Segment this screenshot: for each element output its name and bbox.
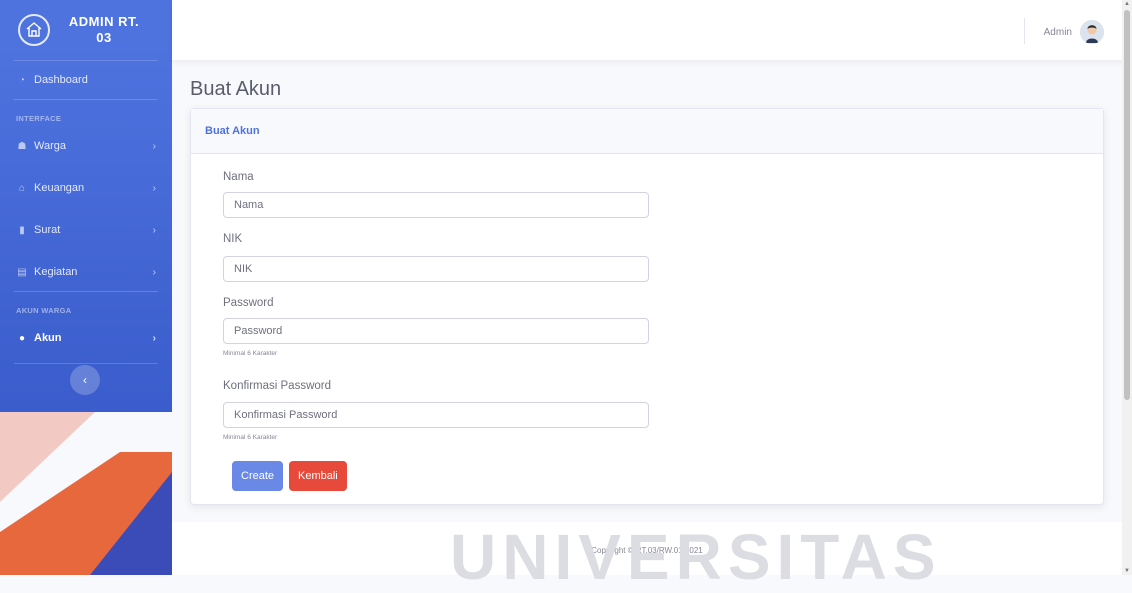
sidebar-item-kegiatan[interactable]: ▤ Kegiatan › (0, 253, 172, 291)
scrollbar[interactable]: ▲ ▼ (1122, 0, 1132, 575)
sidebar-item-label: Keuangan (34, 182, 85, 194)
sidebar-item-dashboard[interactable]: ◔ Dashboard (0, 61, 172, 99)
sidebar-item-label: Surat (34, 224, 61, 236)
user-name: Admin (1043, 26, 1072, 38)
watermark-text: UNIVERSITAS (450, 521, 942, 593)
sidebar-item-label: Kegiatan (34, 266, 78, 278)
sidebar-heading-akun: AKUN WARGA (16, 306, 72, 315)
password-label: Password (223, 297, 274, 309)
calendar-icon: ▤ (17, 266, 27, 278)
watermark-graphic (0, 412, 172, 575)
sidebar-item-keuangan[interactable]: ⌂ Keuangan › (0, 169, 172, 207)
sidebar-item-label: Warga (34, 140, 66, 152)
sidebar: ADMIN RT. 03 ◔ Dashboard INTERFACE ☗ War… (0, 0, 172, 412)
topbar: Admin (172, 0, 1132, 60)
sidebar-toggle-button[interactable]: ‹ (70, 365, 100, 395)
chevron-right-icon: › (152, 224, 156, 236)
nik-label: NIK (223, 233, 243, 245)
dashboard-icon: ◔ (18, 74, 26, 86)
chevron-right-icon: › (152, 266, 156, 278)
avatar (1080, 20, 1104, 44)
konfirmasi-help-text: Minimal 6 Karakter (223, 434, 278, 441)
konfirmasi-password-input[interactable] (223, 402, 649, 428)
konfirmasi-password-label: Konfirmasi Password (223, 380, 332, 392)
create-button[interactable]: Create (232, 461, 284, 491)
sidebar-item-label: Akun (34, 332, 62, 344)
chevron-right-icon: › (152, 140, 156, 152)
sidebar-item-surat[interactable]: ▮ Surat › (0, 211, 172, 249)
chevron-right-icon: › (152, 332, 156, 344)
sidebar-heading-interface: INTERFACE (16, 114, 62, 123)
password-input[interactable] (223, 318, 649, 344)
sidebar-item-akun[interactable]: ● Akun › (0, 319, 172, 357)
users-icon: ☗ (17, 140, 27, 152)
scroll-down-icon[interactable]: ▼ (1122, 567, 1132, 575)
bank-icon: ⌂ (18, 182, 26, 194)
sidebar-brand[interactable]: ADMIN RT. 03 (0, 0, 172, 60)
sidebar-item-label: Dashboard (34, 74, 88, 86)
user-circle-icon: ● (18, 332, 26, 344)
user-dropdown[interactable]: Admin (1044, 20, 1104, 44)
nik-input[interactable] (223, 256, 649, 282)
form-card: Buat Akun Nama NIK Password Minimal 6 Ka… (190, 108, 1104, 505)
card-header: Buat Akun (191, 109, 1103, 154)
password-help-text: Minimal 6 Karakter (223, 350, 278, 357)
brand-name: ADMIN RT. 03 (68, 14, 140, 45)
nama-label: Nama (223, 171, 254, 183)
chevron-left-icon: ‹ (83, 373, 87, 387)
topbar-divider (1024, 18, 1025, 44)
page-title: Buat Akun (190, 78, 282, 100)
kembali-button[interactable]: Kembali (289, 461, 347, 491)
house-icon (18, 14, 50, 46)
scroll-up-icon[interactable]: ▲ (1122, 0, 1132, 8)
sidebar-divider (14, 363, 158, 364)
chevron-right-icon: › (152, 182, 156, 194)
scroll-thumb[interactable] (1124, 10, 1130, 400)
nama-input[interactable] (223, 192, 649, 218)
sidebar-item-warga[interactable]: ☗ Warga › (0, 127, 172, 165)
file-icon: ▮ (19, 224, 25, 236)
